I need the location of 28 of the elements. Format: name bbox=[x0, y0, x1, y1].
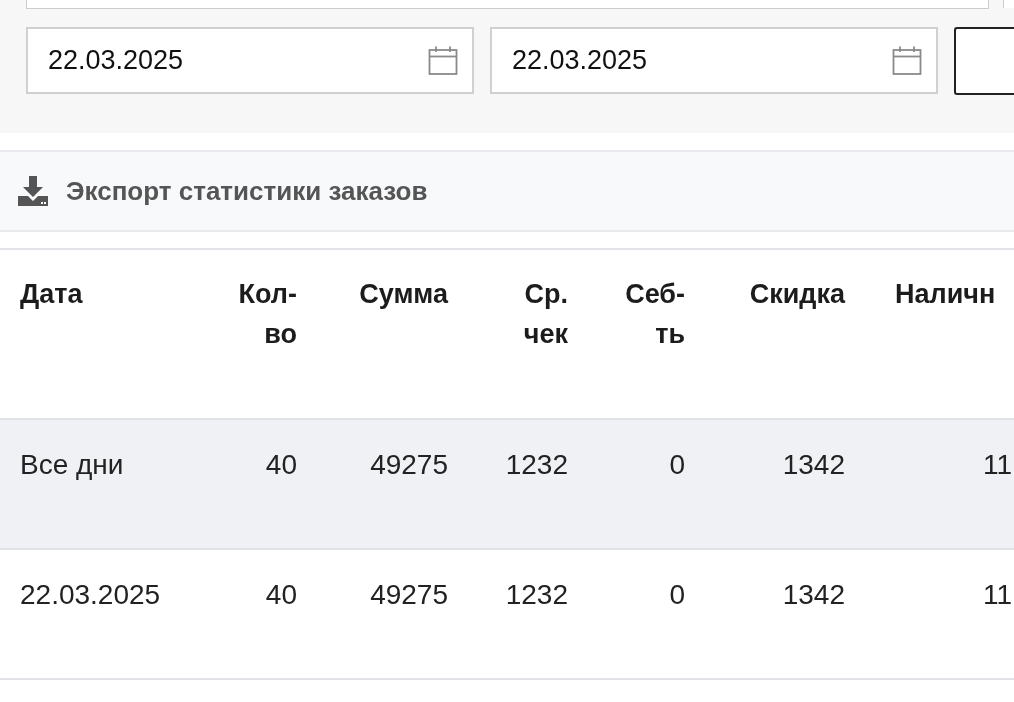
table-cell-text: 1342 bbox=[781, 578, 846, 612]
button[interactable] bbox=[954, 27, 1014, 95]
table-cell-text: 49275 bbox=[369, 448, 449, 482]
calendar-icon bbox=[892, 45, 922, 76]
table-cell-text: 1232 bbox=[504, 578, 569, 612]
table-cell-text: 11 bbox=[981, 448, 1013, 482]
download-icon bbox=[17, 175, 49, 207]
table-cell-text: Все дни bbox=[19, 448, 125, 482]
column-header[interactable]: Скидка bbox=[705, 250, 865, 418]
table-cell-text: 11 bbox=[981, 578, 1013, 612]
column-header[interactable]: Наличн bbox=[865, 250, 1014, 418]
column-header[interactable]: Себ-ть bbox=[588, 250, 705, 418]
calendar-icon bbox=[428, 45, 458, 76]
table-cell-text: 49275 bbox=[369, 578, 449, 612]
table-cell-text: 40 bbox=[264, 448, 298, 482]
table-cell-text: 0 bbox=[668, 448, 686, 482]
export-link[interactable]: Экспорт статистики заказов bbox=[17, 175, 428, 207]
column-header[interactable]: Кол-во bbox=[210, 250, 317, 418]
column-header[interactable]: Дата bbox=[0, 250, 210, 418]
table-cell-text: 22.03.2025 bbox=[19, 578, 162, 612]
column-header[interactable]: Ср. чек bbox=[468, 250, 588, 418]
date-field[interactable]: 22.03.2025 bbox=[26, 27, 474, 94]
table-cell-text: 40 bbox=[264, 578, 298, 612]
column-header[interactable]: Сумма bbox=[317, 250, 468, 418]
date-field[interactable]: 22.03.2025 bbox=[490, 27, 938, 94]
table-cell-text: 1232 bbox=[504, 448, 569, 482]
table-cell-text: 1342 bbox=[781, 448, 846, 482]
table-cell-text: 0 bbox=[668, 578, 686, 612]
